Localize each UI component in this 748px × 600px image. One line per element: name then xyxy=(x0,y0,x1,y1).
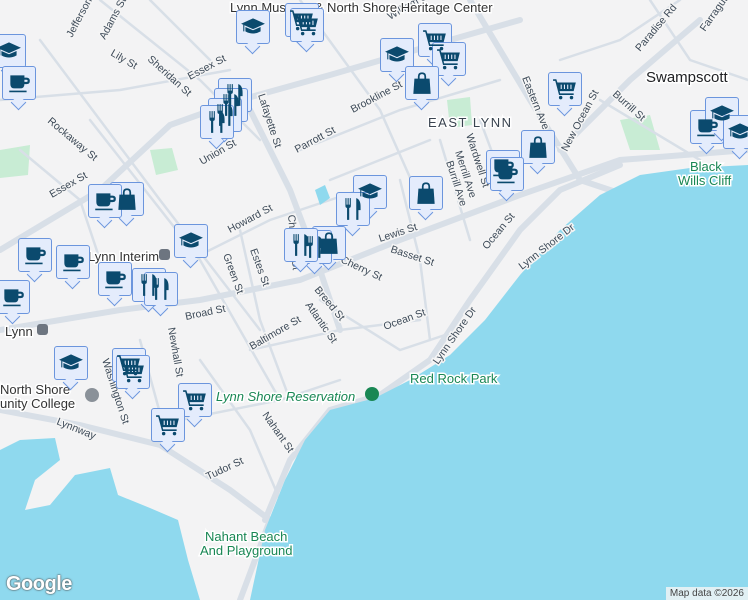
bag-icon xyxy=(525,134,551,160)
google-logo: Google xyxy=(6,573,72,595)
coffee-icon xyxy=(22,242,48,268)
poi-marker-cart[interactable] xyxy=(151,408,185,442)
svg-text:Swampscott: Swampscott xyxy=(646,69,729,86)
coffee-icon xyxy=(102,266,128,292)
svg-text:Red Rock Park: Red Rock Park xyxy=(410,371,498,386)
poi-marker-school[interactable] xyxy=(380,38,414,72)
park-pin-icon[interactable] xyxy=(365,387,379,401)
svg-text:North Shore: North Shore xyxy=(0,382,70,397)
poi-marker-coffee[interactable] xyxy=(18,238,52,272)
svg-text:unity College: unity College xyxy=(0,396,75,411)
cart-icon xyxy=(294,12,320,38)
poi-marker-school[interactable] xyxy=(0,34,26,68)
cart-icon xyxy=(155,412,181,438)
svg-text:Brookline St: Brookline St xyxy=(349,78,405,115)
svg-text:Black: Black xyxy=(690,159,722,174)
poi-marker-coffee[interactable] xyxy=(490,157,524,191)
cart-icon xyxy=(436,46,462,72)
svg-text:Eastern Ave: Eastern Ave xyxy=(519,75,551,132)
coffee-icon xyxy=(92,188,118,214)
bag-icon xyxy=(413,180,439,206)
poi-marker-coffee[interactable] xyxy=(0,280,30,314)
svg-text:Tudor St: Tudor St xyxy=(204,455,245,483)
svg-text:Lily St: Lily St xyxy=(109,47,140,72)
svg-text:Lynn: Lynn xyxy=(5,324,33,339)
svg-text:Ocean St: Ocean St xyxy=(382,307,427,333)
cart-icon xyxy=(552,76,578,102)
poi-marker-school[interactable] xyxy=(54,346,88,380)
poi-marker-restaurant[interactable] xyxy=(284,228,318,262)
poi-marker-coffee[interactable] xyxy=(88,184,122,218)
restaurant-icon xyxy=(340,196,366,222)
school-icon xyxy=(384,42,410,68)
svg-text:Farragut Rd: Farragut Rd xyxy=(698,0,740,34)
poi-marker-coffee[interactable] xyxy=(2,66,36,100)
svg-text:Parrott St: Parrott St xyxy=(293,124,338,155)
poi-marker-restaurant[interactable] xyxy=(336,192,370,226)
bag-icon xyxy=(409,70,435,96)
svg-text:Nahant St: Nahant St xyxy=(260,410,297,455)
coffee-icon xyxy=(6,70,32,96)
svg-text:Broad St: Broad St xyxy=(184,303,227,323)
college-pin-icon[interactable] xyxy=(85,388,99,402)
cart-icon xyxy=(120,359,146,385)
svg-text:Sheridan St: Sheridan St xyxy=(145,53,194,99)
poi-marker-bag[interactable] xyxy=(521,130,555,164)
restaurant-icon xyxy=(204,109,230,135)
poi-marker-bag[interactable] xyxy=(405,66,439,100)
poi-marker-school[interactable] xyxy=(723,115,748,149)
svg-text:Lynnway: Lynnway xyxy=(55,416,98,443)
svg-text:Nahant Beach: Nahant Beach xyxy=(205,529,287,544)
school-icon xyxy=(178,228,204,254)
poi-marker-cart[interactable] xyxy=(548,72,582,106)
poi-marker-coffee[interactable] xyxy=(56,245,90,279)
poi-marker-cart[interactable] xyxy=(116,355,150,389)
cart-icon xyxy=(182,387,208,413)
school-icon xyxy=(240,14,266,40)
school-icon xyxy=(58,350,84,376)
map-attribution[interactable]: Map data ©2026 xyxy=(665,587,748,600)
coffee-icon xyxy=(60,249,86,275)
svg-text:And Playground: And Playground xyxy=(200,543,293,558)
poi-marker-cart[interactable] xyxy=(432,42,466,76)
poi-marker-cart[interactable] xyxy=(178,383,212,417)
svg-text:Wills Cliff: Wills Cliff xyxy=(678,173,732,188)
poi-marker-bag[interactable] xyxy=(409,176,443,210)
svg-text:Baltimore St: Baltimore St xyxy=(248,314,304,353)
train-station-icon[interactable] xyxy=(37,324,48,335)
svg-text:Newhall St: Newhall St xyxy=(165,326,186,378)
coffee-icon xyxy=(494,161,520,187)
poi-marker-restaurant[interactable] xyxy=(200,105,234,139)
school-icon xyxy=(727,119,748,145)
poi-marker-school[interactable] xyxy=(174,224,208,258)
poi-marker-coffee[interactable] xyxy=(98,262,132,296)
svg-text:Basset St: Basset St xyxy=(389,243,436,268)
restaurant-icon xyxy=(148,276,174,302)
poi-marker-restaurant[interactable] xyxy=(144,272,178,306)
poi-marker-school[interactable] xyxy=(236,10,270,44)
train-station-icon[interactable] xyxy=(159,249,170,260)
poi-marker-cart[interactable] xyxy=(290,8,324,42)
coffee-icon xyxy=(0,284,26,310)
svg-text:EAST LYNN: EAST LYNN xyxy=(428,115,513,130)
svg-text:Lynn Shore Reservation: Lynn Shore Reservation xyxy=(216,389,355,404)
svg-text:Green St: Green St xyxy=(220,252,246,296)
school-icon xyxy=(0,38,22,64)
svg-text:Essex St: Essex St xyxy=(48,169,90,200)
restaurant-icon xyxy=(288,232,314,258)
svg-text:Jefferson St: Jefferson St xyxy=(64,0,101,39)
